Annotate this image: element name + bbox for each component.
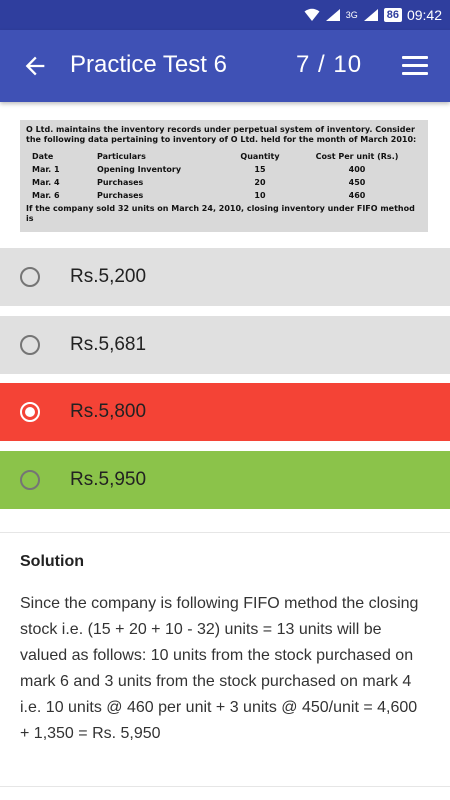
answer-option-4[interactable]: Rs.5,950 [0,451,450,509]
table-cell: 400 [348,165,366,174]
answer-option-2[interactable]: Rs.5,681 [0,316,450,374]
answer-label: Rs.5,950 [70,469,147,490]
divider [0,532,450,533]
header-cell: Quantity [240,152,280,161]
app-bar: Practice Test 6 7 / 10 [0,30,450,102]
radio-button-checked[interactable] [20,402,40,422]
divider [0,786,450,787]
question-table-header: Date Particulars Quantity Cost Per unit … [26,150,422,163]
clock: 09:42 [406,7,442,23]
radio-button[interactable] [20,267,40,287]
signal-icon [325,9,340,21]
question-prompt: If the company sold 32 units on March 24… [26,204,415,223]
question-table: Date Particulars Quantity Cost Per unit … [26,150,422,202]
question-intro: O Ltd. maintains the inventory records u… [26,125,417,144]
solution-text: Since the company is following FIFO meth… [20,595,419,742]
network-type: 3G [345,10,358,20]
answer-option-1[interactable]: Rs.5,200 [0,248,450,306]
table-row: Mar. 6 Purchases 10 460 [26,189,422,202]
status-bar: 3G 86 09:42 [0,0,450,30]
answer-label: Rs.5,681 [70,334,147,355]
solution-heading: Solution [20,553,84,570]
table-cell: 450 [348,178,366,187]
table-cell: 460 [348,191,366,200]
table-cell: 10 [254,191,266,200]
header-cell: Date [32,152,54,161]
header-cell: Cost Per unit (Rs.) [315,152,399,161]
table-cell: Opening Inventory [97,165,182,174]
answer-option-3[interactable]: Rs.5,800 [0,383,450,441]
header-cell: Particulars [97,152,146,161]
table-cell: 20 [254,178,266,187]
answer-label: Rs.5,800 [70,401,147,422]
radio-button[interactable] [20,470,40,490]
table-cell: Purchases [97,191,144,200]
table-cell: Mar. 6 [32,191,60,200]
menu-icon[interactable] [402,56,428,76]
back-arrow-icon[interactable] [20,52,50,80]
answer-label: Rs.5,200 [70,266,147,287]
table-cell: Mar. 4 [32,178,60,187]
table-cell: Purchases [97,178,144,187]
status-icons: 3G 86 09:42 [304,6,442,24]
table-row: Mar. 1 Opening Inventory 15 400 [26,163,422,176]
table-cell: Mar. 1 [32,165,60,174]
question-image: O Ltd. maintains the inventory records u… [20,120,428,232]
wifi-icon [304,8,320,21]
battery-level: 86 [383,8,402,22]
table-row: Mar. 4 Purchases 20 450 [26,176,422,189]
radio-button[interactable] [20,335,40,355]
page-title: Practice Test 6 [70,51,227,78]
question-counter: 7 / 10 [296,51,363,78]
table-cell: 15 [254,165,266,174]
signal-icon-2 [363,9,378,21]
